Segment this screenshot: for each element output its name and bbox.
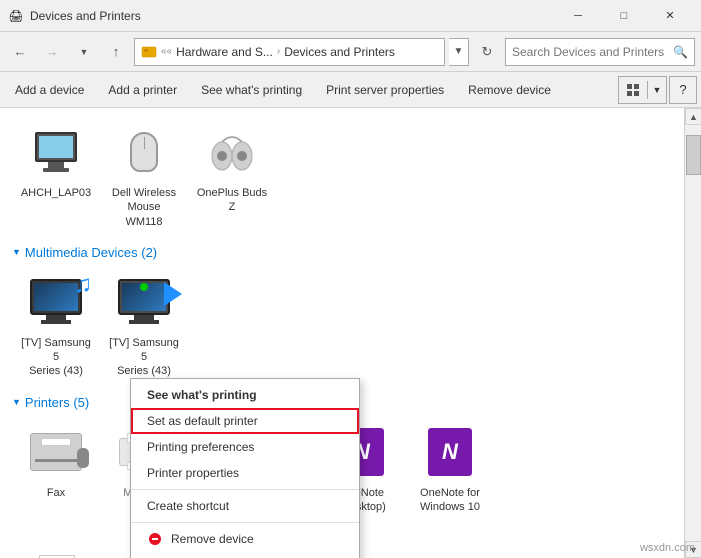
device-bottom-printer[interactable] <box>16 530 96 558</box>
add-device-button[interactable]: Add a device <box>4 76 95 104</box>
path-chevron-1: › <box>277 46 280 57</box>
tv-music-icon: ♫ <box>24 270 88 334</box>
titlebar-title: Devices and Printers <box>30 9 555 23</box>
device-label: OnePlus Buds Z <box>196 186 268 215</box>
remove-device-icon <box>147 531 163 547</box>
back-button[interactable]: ← <box>6 38 34 66</box>
device-oneplus-buds[interactable]: OnePlus Buds Z <box>192 116 272 233</box>
forward-button[interactable]: → <box>38 38 66 66</box>
titlebar: 🖨 Devices and Printers ─ □ ✕ <box>0 0 701 32</box>
device-dell-mouse[interactable]: Dell Wireless Mouse WM118 <box>104 116 184 233</box>
context-set-default[interactable]: Set as default printer <box>131 408 359 434</box>
multimedia-devices-row: ♫ [TV] Samsung 5Series (43) <box>12 266 672 383</box>
device-label: OneNote forWindows 10 <box>420 486 480 515</box>
view-icon-button[interactable] <box>619 77 647 103</box>
device-fax[interactable]: Fax <box>16 416 96 519</box>
scrollbar: ▲ ▼ <box>684 108 701 558</box>
dropdown-arrow-button[interactable]: ▼ <box>70 38 98 66</box>
path-separator: «« <box>161 46 172 57</box>
context-sep-2 <box>131 522 359 523</box>
context-remove-device[interactable]: Remove device <box>131 526 359 552</box>
context-see-whats-printing[interactable]: See what's printing <box>131 382 359 408</box>
close-button[interactable]: ✕ <box>647 0 693 32</box>
multimedia-toggle-icon: ▼ <box>12 247 21 257</box>
printers-toggle-icon: ▼ <box>12 397 21 407</box>
scrollbar-track[interactable] <box>685 125 701 541</box>
context-see-printing-label: See what's printing <box>147 388 257 402</box>
path-icon <box>141 44 157 60</box>
titlebar-controls: ─ □ ✕ <box>555 0 693 32</box>
search-input[interactable] <box>512 45 673 59</box>
see-whats-printing-button[interactable]: See what's printing <box>190 76 313 104</box>
context-troubleshoot[interactable]: Troubleshoot <box>131 552 359 558</box>
device-onenote-win10[interactable]: N OneNote forWindows 10 <box>410 416 490 519</box>
context-printing-prefs-label: Printing preferences <box>147 440 254 454</box>
print-server-properties-button[interactable]: Print server properties <box>315 76 455 104</box>
help-button[interactable]: ? <box>669 76 697 104</box>
top-devices-row: AHCH_LAP03 Dell Wireless Mouse WM118 <box>12 116 672 233</box>
view-dropdown-button[interactable]: ▼ <box>648 77 666 103</box>
context-printer-props-label: Printer properties <box>147 466 239 480</box>
mouse-icon <box>112 120 176 184</box>
context-set-default-label: Set as default printer <box>147 414 258 428</box>
context-sep-1 <box>131 489 359 490</box>
scrollbar-up[interactable]: ▲ <box>685 108 701 125</box>
printers-section-label: Printers (5) <box>25 395 89 410</box>
search-box: 🔍 <box>505 38 695 66</box>
up-button[interactable]: ↑ <box>102 38 130 66</box>
maximize-button[interactable]: □ <box>601 0 647 32</box>
main-content: AHCH_LAP03 Dell Wireless Mouse WM118 <box>0 108 701 558</box>
context-printing-preferences[interactable]: Printing preferences <box>131 434 359 460</box>
remove-device-button[interactable]: Remove device <box>457 76 562 104</box>
minimize-button[interactable]: ─ <box>555 0 601 32</box>
computer-icon <box>24 120 88 184</box>
bottom-printer-icon <box>24 534 88 558</box>
titlebar-icon: 🖨 <box>8 8 24 24</box>
address-path: «« Hardware and S... › Devices and Print… <box>134 38 445 66</box>
device-label: Fax <box>47 486 65 500</box>
addressbar: ← → ▼ ↑ «« Hardware and S... › Devices a… <box>0 32 701 72</box>
device-tv2[interactable]: [TV] Samsung 5Series (43) <box>104 266 184 383</box>
content-area: AHCH_LAP03 Dell Wireless Mouse WM118 <box>0 108 684 558</box>
scrollbar-down[interactable]: ▼ <box>685 541 701 558</box>
toolbar: Add a device Add a printer See what's pr… <box>0 72 701 108</box>
context-create-shortcut[interactable]: Create shortcut <box>131 493 359 519</box>
onenote-win10-icon: N <box>418 420 482 484</box>
context-menu: See what's printing Set as default print… <box>130 378 360 558</box>
multimedia-section-header[interactable]: ▼ Multimedia Devices (2) <box>12 245 672 260</box>
buds-icon <box>200 120 264 184</box>
multimedia-section-label: Multimedia Devices (2) <box>25 245 157 260</box>
context-printer-properties[interactable]: Printer properties <box>131 460 359 486</box>
device-label: [TV] Samsung 5Series (43) <box>108 336 180 379</box>
device-ahch-lap03[interactable]: AHCH_LAP03 <box>16 116 96 233</box>
address-dropdown[interactable]: ▼ <box>449 38 469 66</box>
device-tv1[interactable]: ♫ [TV] Samsung 5Series (43) <box>16 266 96 383</box>
fax-icon <box>24 420 88 484</box>
context-create-shortcut-label: Create shortcut <box>147 499 229 513</box>
path-hardware[interactable]: Hardware and S... <box>176 45 273 59</box>
context-remove-device-label: Remove device <box>171 532 254 546</box>
device-label: Dell Wireless Mouse WM118 <box>108 186 180 229</box>
scrollbar-thumb[interactable] <box>686 135 701 175</box>
add-printer-button[interactable]: Add a printer <box>97 76 188 104</box>
path-current[interactable]: Devices and Printers <box>284 45 395 59</box>
tv-arrow-icon <box>112 270 176 334</box>
view-controls: ▼ <box>618 76 667 104</box>
device-label: [TV] Samsung 5Series (43) <box>20 336 92 379</box>
search-icon: 🔍 <box>673 45 688 59</box>
refresh-button[interactable]: ↻ <box>473 38 501 66</box>
device-label: AHCH_LAP03 <box>21 186 91 200</box>
